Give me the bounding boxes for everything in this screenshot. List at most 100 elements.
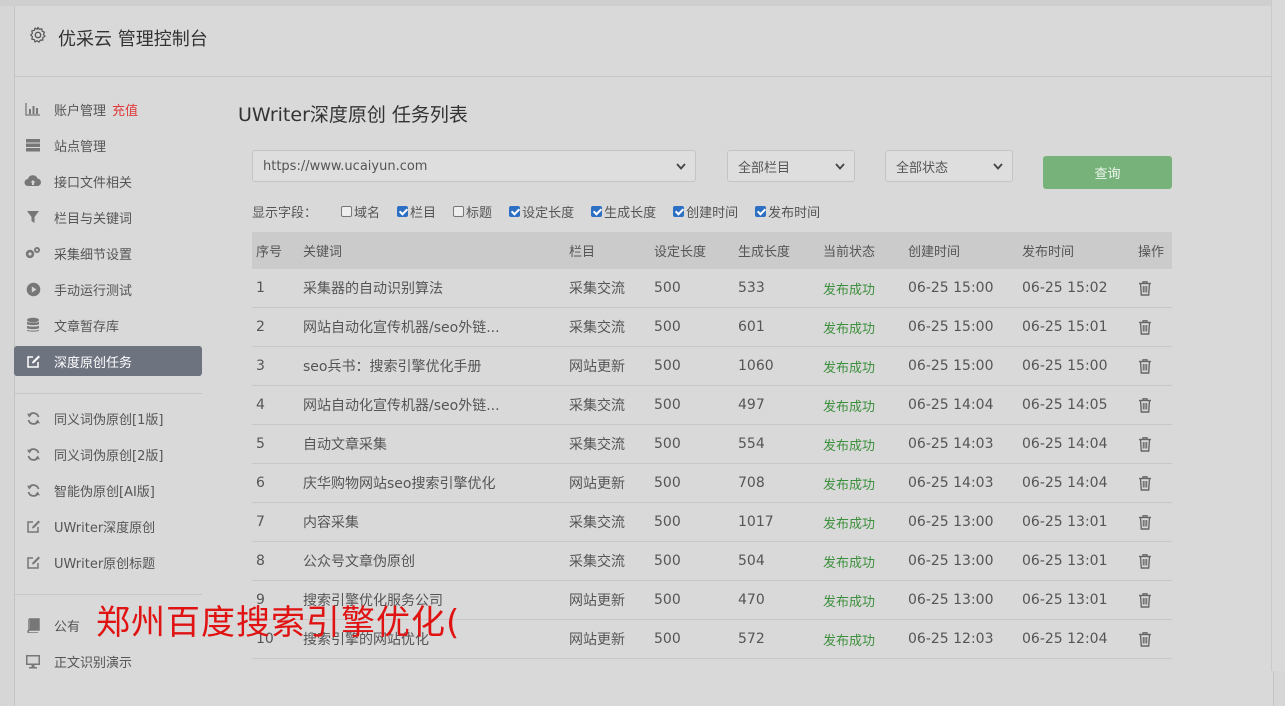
site-select-value: https://www.ucaiyun.com <box>263 158 428 174</box>
cell-gen-length: 533 <box>738 280 765 296</box>
column-select[interactable]: 全部栏目 <box>727 150 855 182</box>
database-icon <box>24 317 42 333</box>
field-checkbox-title[interactable]: 标题 <box>453 202 492 221</box>
cell-gen-length: 504 <box>738 553 765 569</box>
app-title: 优采云 管理控制台 <box>58 29 208 50</box>
sidebar-item-uwriter-title[interactable]: UWriter原创标题 <box>14 547 202 577</box>
query-button[interactable]: 查询 <box>1043 156 1172 189</box>
col-header-actions: 操作 <box>1138 245 1165 260</box>
field-checkbox-gen-length[interactable]: 生成长度 <box>591 202 656 221</box>
delete-button[interactable] <box>1138 464 1152 502</box>
sidebar-item-manual-run[interactable]: 手动运行测试 <box>14 274 202 304</box>
sidebar-item-api-files[interactable]: 接口文件相关 <box>14 166 202 196</box>
sidebar-item-deep-original-tasks[interactable]: 深度原创任务 <box>14 346 202 376</box>
trash-icon <box>1139 554 1151 569</box>
cell-index: 3 <box>256 358 265 374</box>
cloud-upload-icon <box>24 173 42 189</box>
delete-button[interactable] <box>1138 425 1152 463</box>
cell-status: 发布成功 <box>823 282 876 298</box>
delete-button[interactable] <box>1138 386 1152 424</box>
cell-column: 采集交流 <box>569 437 625 453</box>
cell-set-length: 500 <box>654 319 681 335</box>
cell-index: 6 <box>256 475 265 491</box>
col-header-index: 序号 <box>256 245 283 260</box>
delete-button[interactable] <box>1138 620 1152 658</box>
sidebar-item-account[interactable]: 账户管理 充值 <box>14 94 202 124</box>
cell-set-length: 500 <box>654 553 681 569</box>
col-header-column: 栏目 <box>569 245 596 260</box>
cell-index: 2 <box>256 319 265 335</box>
cell-index: 1 <box>256 280 265 296</box>
cell-index: 4 <box>256 397 265 413</box>
col-header-keyword: 关键词 <box>303 245 343 260</box>
cell-column: 网站更新 <box>569 476 625 492</box>
trash-icon <box>1139 320 1151 335</box>
checkbox-checked[interactable] <box>509 205 521 217</box>
sidebar-item-uwriter-original[interactable]: UWriter深度原创 <box>14 511 202 541</box>
site-select[interactable]: https://www.ucaiyun.com <box>252 150 696 182</box>
cell-set-length: 500 <box>654 358 681 374</box>
sidebar-item-synonym-v1[interactable]: 同义词伪原创[1版] <box>14 403 202 433</box>
delete-button[interactable] <box>1138 308 1152 346</box>
cell-keyword: 自动文章采集 <box>303 437 387 453</box>
table-row: 4 网站自动化宣传机器/seo外链... 采集交流 500 497 发布成功 06-25 1… <box>252 386 1172 425</box>
watermark-text: 郑州百度搜索引擎优化( <box>96 603 461 643</box>
trash-icon <box>1139 437 1151 452</box>
checkbox-checked[interactable] <box>397 205 409 217</box>
sidebar-item-label: 站点管理 <box>54 139 107 155</box>
sidebar-item-article-store[interactable]: 文章暂存库 <box>14 310 202 340</box>
cell-set-length: 500 <box>654 475 681 491</box>
page-header: 优采云 管理控制台 <box>15 6 1273 77</box>
chevron-down-icon <box>993 163 1003 170</box>
checkbox-checked[interactable] <box>755 205 767 217</box>
recharge-link[interactable]: 充值 <box>112 100 138 119</box>
cell-created: 06-25 14:03 <box>908 436 994 452</box>
field-label: 发布时间 <box>768 205 821 221</box>
cell-published: 06-25 14:04 <box>1022 436 1108 452</box>
trash-icon <box>1139 476 1151 491</box>
cell-published: 06-25 15:02 <box>1022 280 1108 296</box>
field-checkbox-publish-time[interactable]: 发布时间 <box>755 202 820 221</box>
sidebar-item-collect-settings[interactable]: 采集细节设置 <box>14 238 202 268</box>
trash-icon <box>1139 359 1151 374</box>
cell-status: 发布成功 <box>823 516 876 532</box>
scrollbar[interactable] <box>1271 0 1285 671</box>
sidebar-item-text-recognition-demo[interactable]: 正文识别演示 <box>14 646 202 676</box>
sidebar-item-label: 接口文件相关 <box>54 175 133 191</box>
table-row: 3 seo兵书：搜索引擎优化手册 网站更新 500 1060 发布成功 06-25 15:0… <box>252 347 1172 386</box>
sidebar-item-sites[interactable]: 站点管理 <box>14 130 202 160</box>
table-header: 序号 关键词 栏目 设定长度 生成长度 当前状态 创建时间 发布时间 操作 <box>252 232 1172 269</box>
field-checkbox-created-time[interactable]: 创建时间 <box>673 202 738 221</box>
sidebar-item-label: UWriter原创标题 <box>54 556 156 572</box>
edit-icon <box>24 353 42 369</box>
checkbox[interactable] <box>453 205 465 217</box>
table-row: 2 网站自动化宣传机器/seo外链... 采集交流 500 601 发布成功 06-25 1… <box>252 308 1172 347</box>
field-checkbox-set-length[interactable]: 设定长度 <box>509 202 574 221</box>
cell-gen-length: 572 <box>738 631 765 647</box>
delete-button[interactable] <box>1138 581 1152 619</box>
field-label: 生成长度 <box>604 205 657 221</box>
checkbox-checked[interactable] <box>673 205 685 217</box>
delete-button[interactable] <box>1138 542 1152 580</box>
sidebar-item-columns-keywords[interactable]: 栏目与关键词 <box>14 202 202 232</box>
checkbox-checked[interactable] <box>591 205 603 217</box>
delete-button[interactable] <box>1138 503 1152 541</box>
page-title: UWriter深度原创 任务列表 <box>238 104 468 126</box>
sidebar-item-label: 栏目与关键词 <box>54 211 133 227</box>
sidebar-item-synonym-v2[interactable]: 同义词伪原创[2版] <box>14 439 202 469</box>
refresh-icon <box>24 410 42 426</box>
sidebar-item-ai-rewrite[interactable]: 智能伪原创[AI版] <box>14 475 202 505</box>
field-label: 标题 <box>466 205 493 221</box>
sidebar-item-label: 深度原创任务 <box>54 355 133 371</box>
delete-button[interactable] <box>1138 269 1152 307</box>
cell-published: 06-25 15:01 <box>1022 319 1108 335</box>
field-checkbox-column[interactable]: 栏目 <box>397 202 436 221</box>
cell-set-length: 500 <box>654 397 681 413</box>
sidebar-item-label: UWriter深度原创 <box>54 520 156 536</box>
delete-button[interactable] <box>1138 347 1152 385</box>
cell-created: 06-25 13:00 <box>908 592 994 608</box>
status-select[interactable]: 全部状态 <box>885 150 1013 182</box>
checkbox[interactable] <box>341 205 353 217</box>
field-checkbox-domain[interactable]: 域名 <box>341 202 380 221</box>
cell-status: 发布成功 <box>823 555 876 571</box>
